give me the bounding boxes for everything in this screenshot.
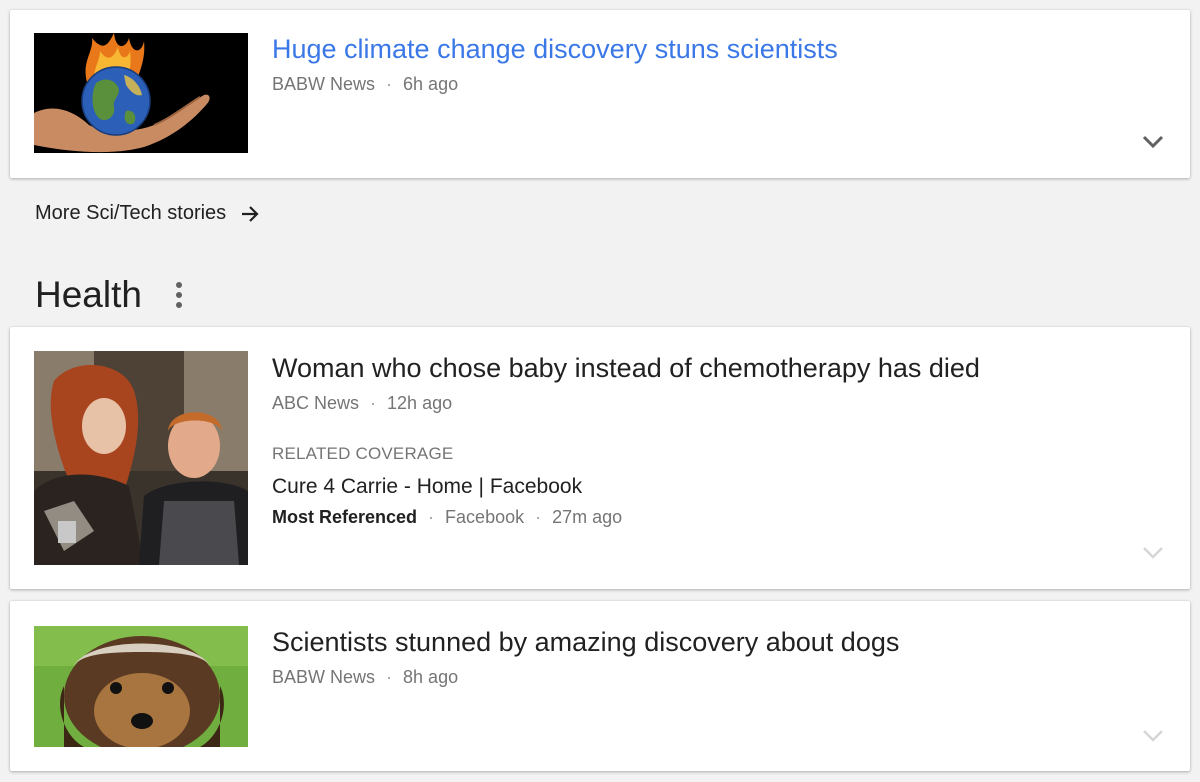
related-time: 27m ago (552, 507, 623, 527)
story-meta: ABC News · 12h ago (272, 392, 452, 414)
story-time: 12h ago (387, 393, 453, 413)
more-vert-icon[interactable] (172, 281, 186, 309)
story-source[interactable]: BABW News (272, 74, 375, 94)
expand-chevron-icon[interactable] (1142, 729, 1164, 743)
terrier-dog-image (34, 626, 248, 747)
story-source[interactable]: BABW News (272, 667, 375, 687)
couple-photo-image (34, 351, 248, 565)
story-meta: BABW News · 8h ago (272, 666, 458, 688)
most-referenced-tag: Most Referenced (272, 507, 418, 527)
story-card-dogs[interactable]: Scientists stunned by amazing discovery … (10, 601, 1190, 771)
separator-dot: · (370, 393, 377, 413)
related-source[interactable]: Facebook (445, 507, 524, 527)
arrow-right-icon (242, 205, 259, 222)
related-story-meta: Most Referenced · Facebook · 27m ago (272, 507, 622, 528)
story-headline[interactable]: Woman who chose baby instead of chemothe… (272, 351, 1170, 385)
story-meta: BABW News · 6h ago (272, 73, 458, 95)
related-coverage-label: RELATED COVERAGE (272, 444, 454, 463)
story-thumbnail[interactable] (34, 351, 248, 565)
related-story-title[interactable]: Cure 4 Carrie - Home | Facebook (272, 475, 582, 499)
story-time: 6h ago (403, 74, 459, 94)
expand-chevron-icon[interactable] (1142, 135, 1164, 149)
expand-chevron-icon[interactable] (1142, 546, 1164, 560)
story-headline[interactable]: Huge climate change discovery stuns scie… (272, 32, 1170, 66)
separator-dot: · (535, 507, 542, 527)
story-time: 8h ago (403, 667, 459, 687)
story-thumbnail[interactable] (34, 33, 248, 153)
more-link-label: More Sci/Tech stories (35, 202, 227, 224)
section-title-health[interactable]: Health (35, 274, 142, 316)
earth-in-hand-image (34, 33, 248, 153)
separator-dot: · (428, 507, 435, 527)
more-sci-tech-link[interactable]: More Sci/Tech stories (35, 202, 260, 225)
story-thumbnail[interactable] (34, 626, 248, 747)
story-card-climate[interactable]: Huge climate change discovery stuns scie… (10, 10, 1190, 178)
story-card-chemotherapy[interactable]: Woman who chose baby instead of chemothe… (10, 327, 1190, 589)
story-source[interactable]: ABC News (272, 393, 359, 413)
story-headline[interactable]: Scientists stunned by amazing discovery … (272, 625, 1170, 659)
separator-dot: · (386, 74, 393, 94)
separator-dot: · (386, 667, 393, 687)
